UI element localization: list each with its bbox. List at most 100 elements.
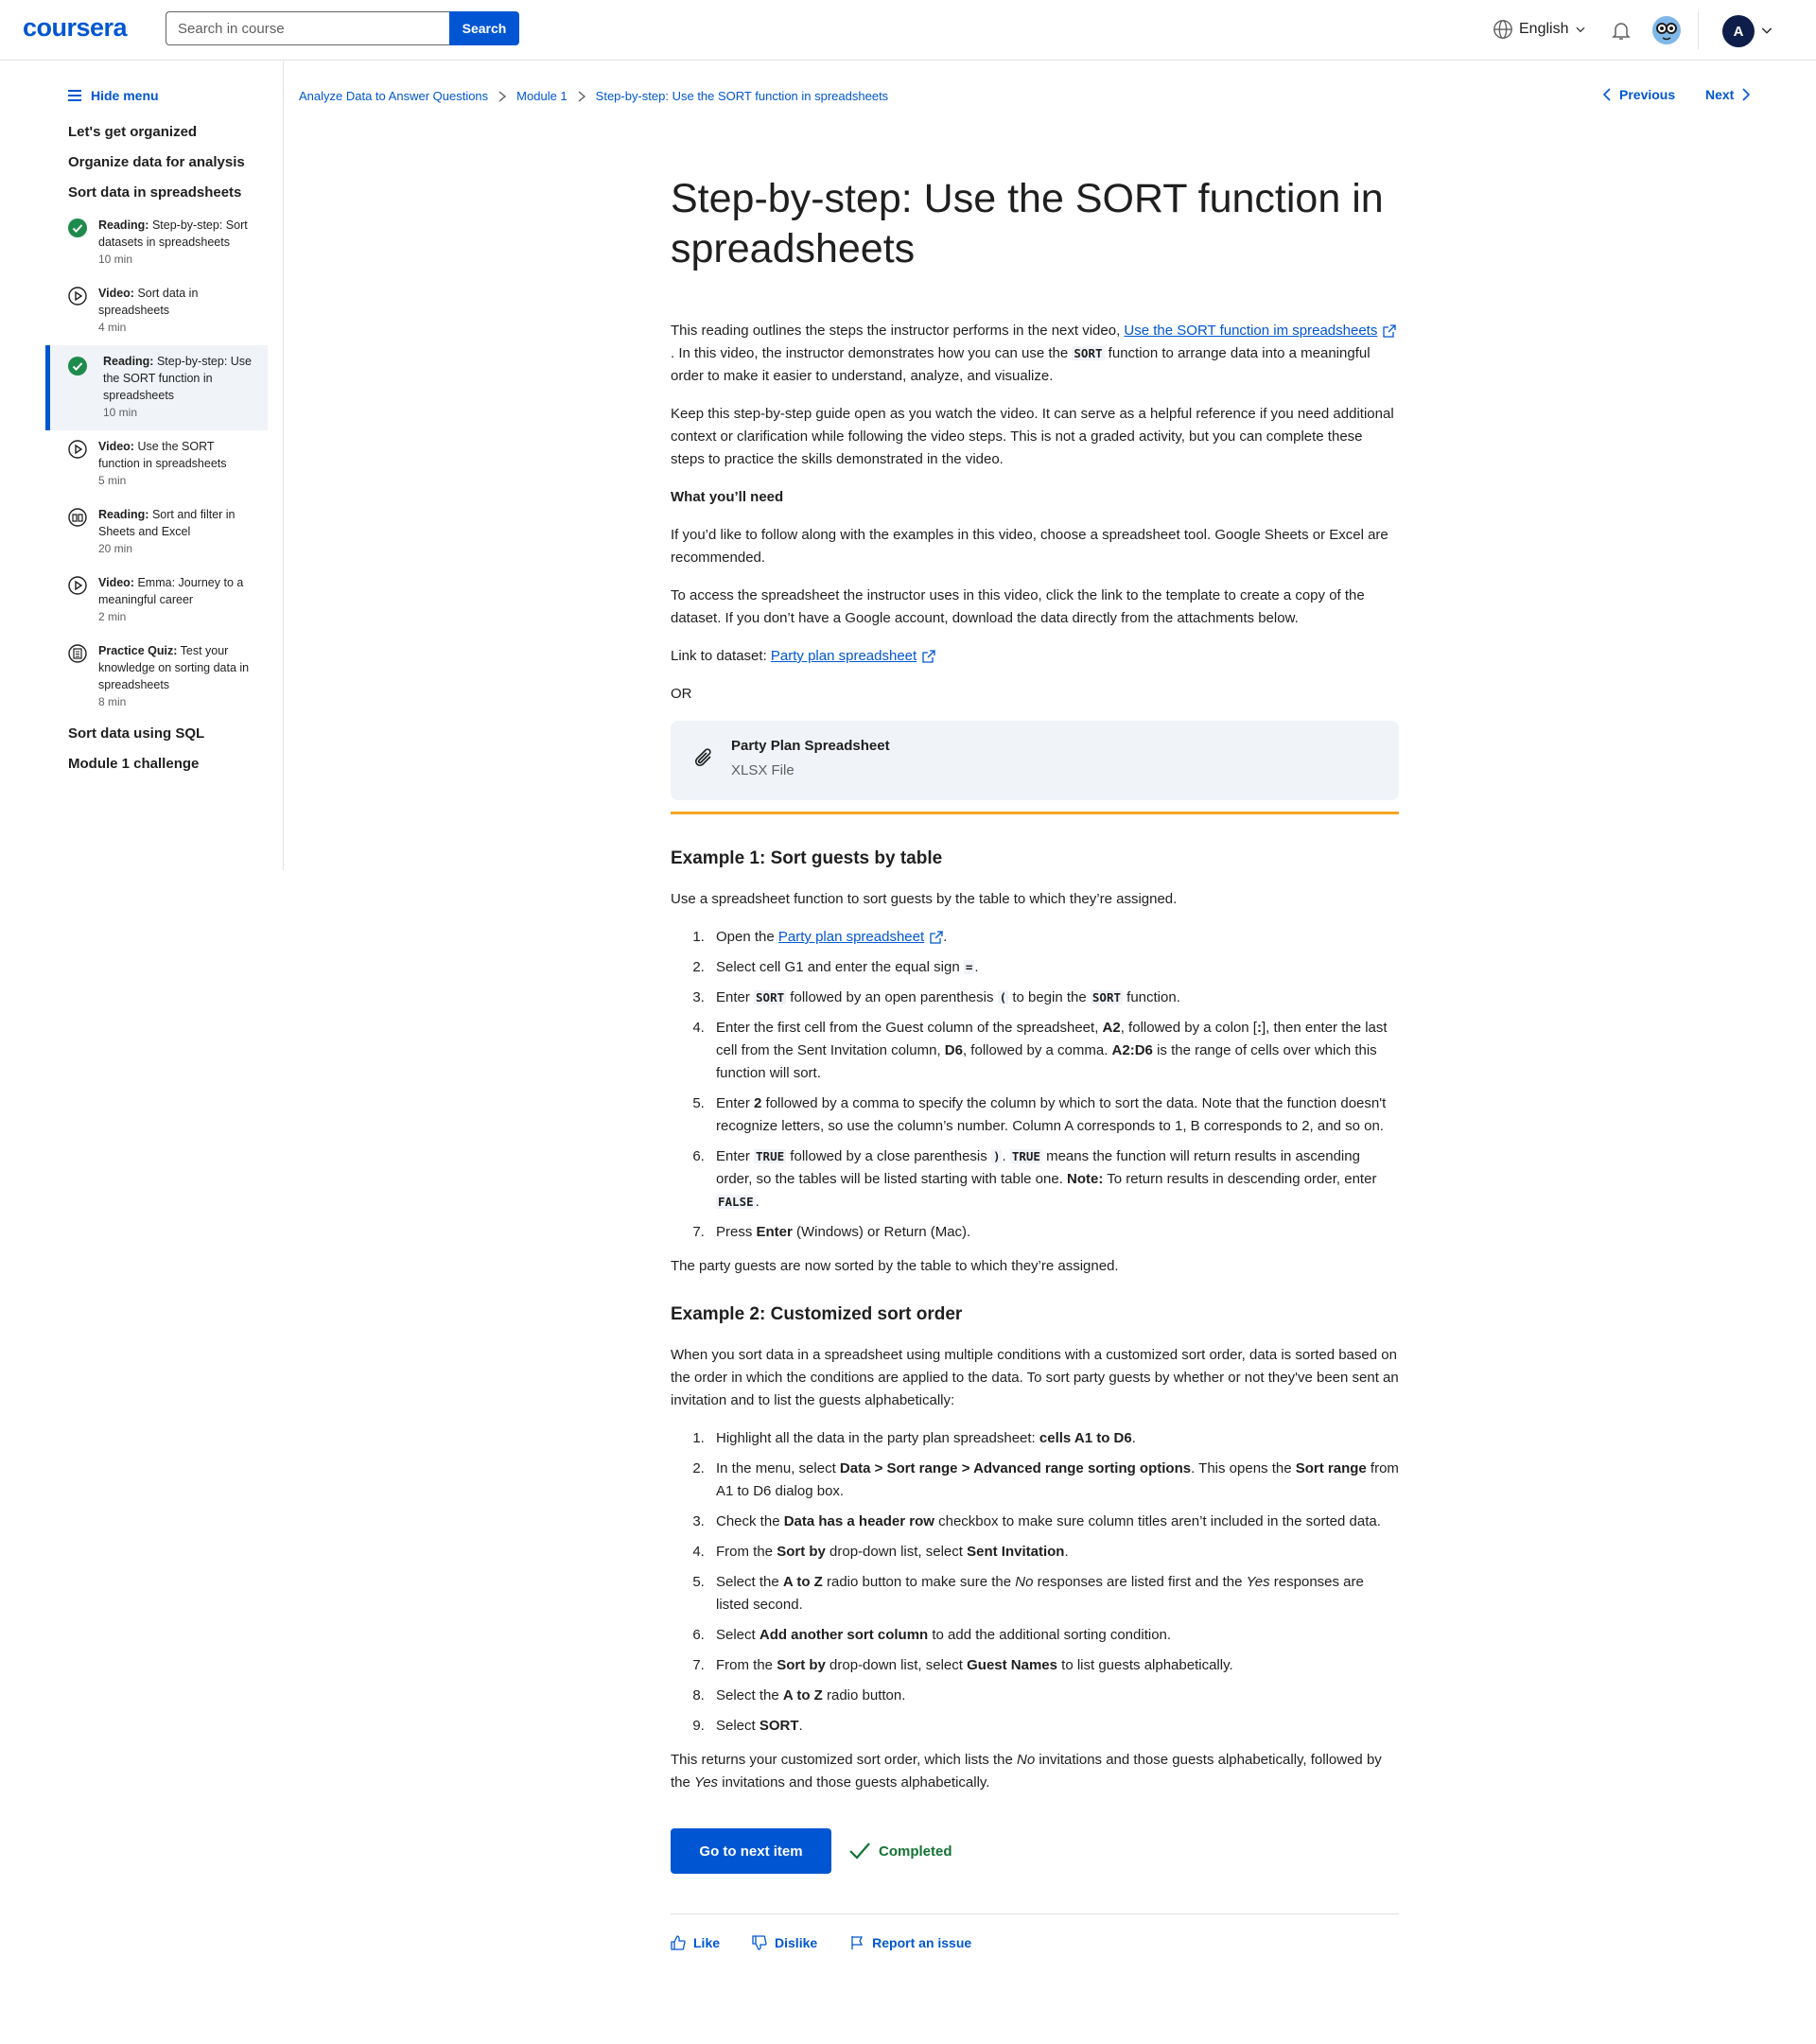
example-2-intro: When you sort data in a spreadsheet usin…: [671, 1347, 1399, 1408]
sidebar-section-module-challenge[interactable]: Module 1 challenge: [68, 756, 199, 772]
page-title: Step-by-step: Use the SORT function in s…: [671, 176, 1384, 271]
sidebar-item-label: Video: Sort data in spreadsheets: [98, 287, 199, 317]
completion-actions: Go to next item Completed: [671, 1828, 1399, 1874]
section-divider: [671, 812, 1399, 814]
party-plan-link[interactable]: Party plan spreadsheet: [771, 648, 917, 664]
list-item: Press Enter (Windows) or Return (Mac).: [708, 1221, 1399, 1244]
sidebar-section-lets-get-organized[interactable]: Let's get organized: [68, 124, 197, 140]
example-2-heading: Example 2: Customized sort order: [671, 1304, 963, 1324]
list-item: Enter the first cell from the Guest colu…: [708, 1017, 1399, 1085]
sidebar-item-label: Practice Quiz: Test your knowledge on so…: [98, 644, 250, 691]
list-item: Select SORT.: [708, 1715, 1399, 1738]
list-item: Enter SORT followed by an open parenthes…: [708, 987, 1399, 1009]
like-button[interactable]: Like: [671, 1935, 720, 1950]
sidebar-item-label: Video: Emma: Journey to a meaningful car…: [98, 576, 244, 606]
checkmark-icon: [849, 1843, 870, 1860]
next-button[interactable]: Next: [1705, 87, 1751, 102]
sidebar-item-video-sort-data[interactable]: Video: Sort data in spreadsheets 4 min: [45, 279, 268, 340]
sidebar-section-sort-data-sql[interactable]: Sort data using SQL: [68, 725, 204, 742]
breadcrumb: Analyze Data to Answer Questions Module …: [299, 89, 888, 103]
need-paragraph-1: If you’d like to follow along with the e…: [671, 527, 1388, 566]
chevron-down-icon: [1576, 26, 1585, 33]
play-circle-icon: [68, 287, 87, 306]
sidebar-item-duration: 10 min: [103, 406, 138, 419]
language-selector[interactable]: English: [1493, 19, 1587, 40]
completed-label: Completed: [879, 1843, 952, 1860]
intro-paragraph-1: This reading outlines the steps the inst…: [671, 320, 1399, 388]
chevron-right-icon: [1742, 88, 1751, 101]
avatar[interactable]: A: [1722, 15, 1755, 47]
example-1-outro: The party guests are now sorted by the t…: [671, 1258, 1119, 1274]
hide-menu-label: Hide menu: [91, 88, 159, 103]
previous-button[interactable]: Previous: [1602, 87, 1675, 102]
external-link-icon: [930, 931, 943, 944]
go-to-next-item-button[interactable]: Go to next item: [671, 1828, 831, 1874]
list-item: Enter 2 followed by a comma to specify t…: [708, 1092, 1399, 1138]
chevron-down-icon[interactable]: [1759, 23, 1774, 38]
language-label: English: [1519, 21, 1569, 37]
video-link[interactable]: Use the SORT function im spreadsheets: [1124, 323, 1377, 339]
thumbs-down-icon: [752, 1935, 767, 1950]
what-you-need-heading: What you’ll need: [671, 489, 784, 505]
external-link-icon: [922, 650, 935, 663]
list-item: Select the A to Z radio button to make s…: [708, 1571, 1399, 1616]
list-item: Check the Data has a header row checkbox…: [708, 1511, 1399, 1533]
example-1-intro: Use a spreadsheet function to sort guest…: [671, 891, 1178, 907]
example-2-outro: This returns your customized sort order,…: [671, 1752, 1382, 1791]
coach-icon[interactable]: [1651, 15, 1682, 45]
list-item: From the Sort by drop-down list, select …: [708, 1654, 1399, 1677]
dataset-link-paragraph: Link to dataset: Party plan spreadsheet: [671, 645, 1399, 668]
party-plan-link[interactable]: Party plan spreadsheet: [778, 929, 924, 945]
list-item: From the Sort by drop-down list, select …: [708, 1541, 1399, 1564]
hide-menu-button[interactable]: Hide menu: [68, 88, 159, 103]
bell-icon[interactable]: [1610, 19, 1633, 42]
sidebar-item-duration: 4 min: [98, 321, 127, 334]
sidebar-item-reading-sort-function-active[interactable]: Reading: Step-by-step: Use the SORT func…: [45, 345, 268, 430]
or-text: OR: [671, 686, 692, 702]
header-divider: [1698, 11, 1699, 49]
completed-status: Completed: [848, 1842, 952, 1861]
search-bar: Search: [166, 11, 519, 45]
play-circle-icon: [68, 440, 87, 459]
coursera-logo[interactable]: coursera: [23, 13, 128, 43]
sidebar-section-sort-data-spreadsheets[interactable]: Sort data in spreadsheets: [68, 184, 241, 201]
list-item: Select Add another sort column to add th…: [708, 1624, 1399, 1647]
sidebar-item-video-sort-function[interactable]: Video: Use the SORT function in spreadsh…: [45, 432, 268, 493]
check-circle-icon: [68, 357, 87, 376]
chevron-right-icon: [498, 90, 507, 102]
list-item: Select the A to Z radio button.: [708, 1685, 1399, 1707]
example-1-heading: Example 1: Sort guests by table: [671, 848, 943, 868]
sidebar-item-reading-sort-datasets[interactable]: Reading: Step-by-step: Sort datasets in …: [45, 211, 268, 271]
list-item: Highlight all the data in the party plan…: [708, 1427, 1399, 1450]
breadcrumb-module[interactable]: Module 1: [516, 89, 567, 103]
sidebar-item-label: Video: Use the SORT function in spreadsh…: [98, 440, 227, 470]
report-issue-button[interactable]: Report an issue: [849, 1935, 971, 1950]
example-1-steps: Open the Party plan spreadsheet. Select …: [671, 926, 1399, 1244]
search-button[interactable]: Search: [449, 11, 519, 45]
top-header: coursera Search English A: [0, 0, 1816, 61]
sidebar-item-label: Reading: Sort and filter in Sheets and E…: [98, 508, 236, 538]
sidebar-item-practice-quiz[interactable]: Practice Quiz: Test your knowledge on so…: [45, 637, 268, 714]
feedback-bar: Like Dislike Report an issue: [671, 1935, 1399, 1950]
search-input[interactable]: [166, 11, 449, 45]
sidebar-section-organize-data[interactable]: Organize data for analysis: [68, 154, 245, 170]
reading-content: Step-by-step: Use the SORT function in s…: [671, 174, 1399, 1950]
breadcrumb-current[interactable]: Step-by-step: Use the SORT function in s…: [596, 89, 889, 103]
sidebar-item-duration: 5 min: [98, 474, 127, 487]
course-sidebar: Hide menu Let's get organized Organize d…: [0, 61, 284, 870]
attachment-title: Party Plan Spreadsheet: [731, 738, 890, 754]
flag-icon: [851, 1936, 864, 1949]
sidebar-item-video-emma[interactable]: Video: Emma: Journey to a meaningful car…: [45, 568, 268, 629]
list-item: Enter TRUE followed by a close parenthes…: [708, 1145, 1399, 1214]
breadcrumb-course[interactable]: Analyze Data to Answer Questions: [299, 89, 488, 103]
dislike-button[interactable]: Dislike: [752, 1935, 817, 1950]
play-circle-icon: [68, 576, 87, 595]
sidebar-item-reading-sort-filter[interactable]: Reading: Sort and filter in Sheets and E…: [45, 500, 268, 561]
chevron-right-icon: [578, 90, 585, 102]
list-item: Open the Party plan spreadsheet.: [708, 926, 1399, 949]
need-paragraph-2: To access the spreadsheet the instructor…: [671, 587, 1365, 626]
sidebar-item-label: Reading: Step-by-step: Sort datasets in …: [98, 218, 248, 249]
sidebar-item-duration: 10 min: [98, 253, 133, 266]
attachment-card[interactable]: Party Plan Spreadsheet XLSX File: [671, 721, 1399, 800]
quiz-circle-icon: [68, 644, 87, 663]
